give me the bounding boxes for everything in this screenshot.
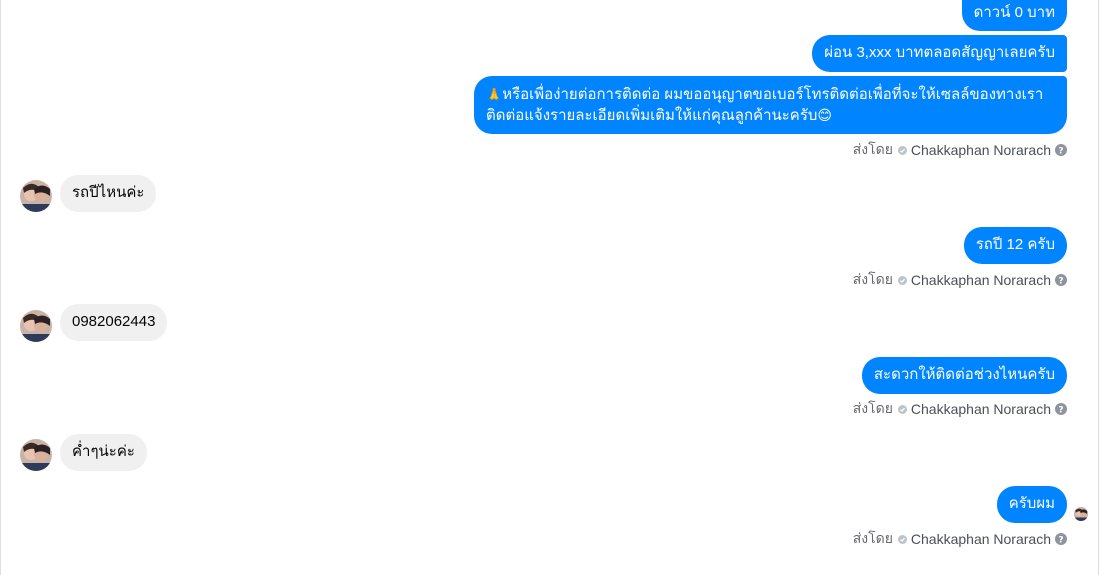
sent-by-label: ส่งโดย Chakkaphan Norarach ? [853, 141, 1067, 159]
checkmark-icon [897, 145, 907, 155]
outgoing-message[interactable]: สะดวกให้ติดต่อช่วงไหนครับ [861, 357, 1067, 394]
svg-text:?: ? [1058, 277, 1063, 287]
outgoing-message[interactable]: ครับผม [996, 486, 1067, 523]
message-text: ดาวน์ 0 บาท [973, 4, 1055, 21]
message-text: สะดวกให้ติดต่อช่วงไหนครับ [873, 366, 1055, 383]
message-text: ครับผม [1008, 495, 1055, 512]
contact-avatar[interactable] [20, 180, 52, 212]
svg-text:?: ? [1058, 147, 1063, 157]
message-text: หรือเพื่อง่ายต่อการติดต่อ ผมขออนุญาตขอเบ… [502, 86, 1044, 103]
sent-by-label: ส่งโดย Chakkaphan Norarach ? [853, 530, 1067, 548]
help-icon[interactable]: ? [1055, 144, 1067, 156]
contact-avatar[interactable] [20, 439, 52, 471]
message-text: รถปี 12 ครับ [975, 236, 1055, 253]
sent-by-label: ส่งโดย Chakkaphan Norarach ? [853, 400, 1067, 418]
checkmark-icon [897, 275, 907, 285]
conversation-panel: ดาวน์ 0 บาท ผ่อน 3,xxx บาทตลอดสัญญาเลยคร… [0, 0, 1099, 575]
message-text: ติดต่อแจ้งรายละเอียดเพิ่มเติมให้แก่คุณลู… [486, 107, 818, 124]
incoming-message[interactable]: ค่ำๆน่ะค่ะ [60, 434, 147, 471]
message-text: รถปีไหนค่ะ [72, 184, 145, 201]
outgoing-message[interactable]: รถปี 12 ครับ [963, 227, 1067, 264]
outgoing-message[interactable]: ผ่อน 3,xxx บาทตลอดสัญญาเลยครับ [812, 35, 1067, 72]
message-text: 0982062443 [72, 313, 156, 330]
message-text: ผ่อน 3,xxx บาทตลอดสัญญาเลยครับ [824, 44, 1055, 61]
smiling-emoji: 😊 [817, 107, 833, 123]
svg-text:?: ? [1058, 406, 1063, 416]
help-icon[interactable]: ? [1055, 403, 1067, 415]
incoming-message[interactable]: 0982062443 [60, 304, 168, 341]
checkmark-icon [897, 404, 907, 414]
help-icon[interactable]: ? [1055, 533, 1067, 545]
checkmark-icon [897, 534, 907, 544]
outgoing-message[interactable]: ดาวน์ 0 บาท [961, 0, 1067, 31]
seen-avatar [1074, 507, 1088, 521]
message-text: ค่ำๆน่ะค่ะ [72, 443, 135, 460]
contact-avatar[interactable] [20, 310, 52, 342]
folded-hands-emoji: 🙏 [486, 87, 503, 102]
svg-text:?: ? [1058, 536, 1063, 546]
incoming-message[interactable]: รถปีไหนค่ะ [60, 175, 157, 212]
sent-by-label: ส่งโดย Chakkaphan Norarach ? [853, 271, 1067, 289]
outgoing-message[interactable]: 🙏หรือเพื่อง่ายต่อการติดต่อ ผมขออนุญาตขอเ… [474, 76, 1067, 134]
help-icon[interactable]: ? [1055, 274, 1067, 286]
